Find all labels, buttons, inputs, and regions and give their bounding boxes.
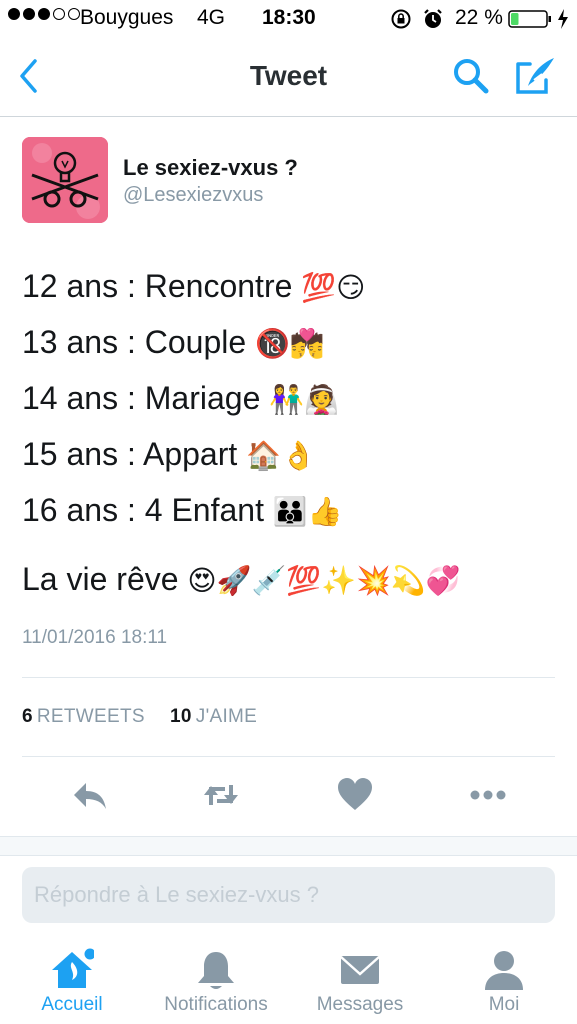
tab-messages-label: Messages bbox=[316, 994, 404, 1015]
tweet-line-text: 15 ans : Appart bbox=[22, 436, 238, 472]
tweet-line-text: 12 ans : Rencontre bbox=[22, 268, 293, 304]
status-bar: Bouygues 4G 18:30 22 % bbox=[0, 0, 577, 38]
search-icon[interactable] bbox=[451, 56, 491, 96]
retweets-label: RETWEETS bbox=[36, 706, 145, 727]
tweet-line-text: La vie rêve bbox=[22, 561, 179, 597]
network-type: 4G bbox=[197, 6, 226, 29]
tweet-timestamp: 11/01/2016 18:11 bbox=[22, 627, 168, 648]
tweet-line-emoji: 👫👰 bbox=[269, 383, 339, 416]
tweet-line-emoji: 🔞💏 bbox=[255, 327, 325, 360]
tweet-line: 16 ans : 4 Enfant 👪👍 bbox=[22, 492, 343, 529]
alarm-icon bbox=[424, 9, 442, 28]
more-dots-icon[interactable] bbox=[468, 775, 508, 815]
tab-home[interactable]: Accueil bbox=[22, 936, 122, 1024]
avatar[interactable] bbox=[22, 137, 108, 223]
tweet-line-emoji: 😍🚀💉💯✨💥💫💞 bbox=[187, 564, 461, 597]
tweet-line-emoji: 🏠👌 bbox=[246, 439, 316, 472]
signal-dots-icon bbox=[8, 8, 80, 20]
battery-icon bbox=[508, 10, 551, 28]
tab-bar: Accueil Notifications Messages Moi bbox=[0, 936, 577, 1024]
divider bbox=[22, 756, 555, 757]
compose-icon[interactable] bbox=[514, 54, 558, 96]
reply-box[interactable] bbox=[22, 867, 555, 923]
tab-profile-label: Moi bbox=[488, 994, 520, 1015]
tab-home-label: Accueil bbox=[41, 994, 103, 1015]
tweet-line-text: 16 ans : 4 Enfant bbox=[22, 492, 264, 528]
tweet-line-text: 13 ans : Couple bbox=[22, 324, 247, 360]
tab-notifications-label: Notifications bbox=[164, 994, 268, 1015]
likes-stat[interactable]: 10 J'AIME bbox=[170, 706, 257, 727]
home-icon bbox=[52, 948, 94, 988]
like-heart-icon[interactable] bbox=[335, 775, 375, 815]
tab-messages[interactable]: Messages bbox=[305, 936, 415, 1024]
nav-bar: Tweet bbox=[0, 38, 577, 117]
likes-label: J'AIME bbox=[195, 706, 258, 727]
bell-icon bbox=[198, 952, 234, 989]
likes-count: 10 bbox=[170, 706, 192, 727]
tweet-line: 12 ans : Rencontre 💯😏 bbox=[22, 268, 365, 305]
tab-notifications[interactable]: Notifications bbox=[151, 936, 281, 1024]
author-display-name[interactable]: Le sexiez-vxus ? bbox=[123, 155, 298, 181]
tab-profile[interactable]: Moi bbox=[466, 936, 542, 1024]
retweet-icon[interactable] bbox=[201, 775, 241, 815]
tweet-line-emoji: 👪👍 bbox=[272, 495, 343, 528]
tweet-stats: 6 RETWEETS 10 J'AIME bbox=[22, 706, 257, 728]
reply-icon[interactable] bbox=[70, 775, 110, 815]
carrier-name: Bouygues bbox=[80, 6, 174, 29]
tweet-line: 15 ans : Appart 🏠👌 bbox=[22, 436, 316, 473]
charging-bolt-icon bbox=[558, 9, 568, 29]
section-separator bbox=[0, 836, 577, 856]
author-handle[interactable]: @Lesexiezvxus bbox=[123, 184, 263, 207]
tweet-line: 13 ans : Couple 🔞💏 bbox=[22, 324, 325, 361]
envelope-icon bbox=[340, 956, 380, 984]
person-icon bbox=[485, 951, 523, 990]
retweets-stat[interactable]: 6 RETWEETS bbox=[22, 706, 145, 727]
tweet-line: 14 ans : Mariage 👫👰 bbox=[22, 380, 339, 417]
tweet-line-emoji: 💯😏 bbox=[301, 271, 366, 304]
tweet-line: La vie rêve 😍🚀💉💯✨💥💫💞 bbox=[22, 561, 461, 598]
tweet-line-text: 14 ans : Mariage bbox=[22, 380, 261, 416]
status-time: 18:30 bbox=[262, 6, 316, 29]
rotation-lock-icon bbox=[391, 9, 411, 29]
retweets-count: 6 bbox=[22, 706, 33, 727]
divider bbox=[22, 677, 555, 678]
battery-percent: 22 % bbox=[455, 6, 503, 29]
avatar-logo-icon bbox=[22, 137, 108, 223]
reply-input[interactable] bbox=[22, 867, 555, 923]
